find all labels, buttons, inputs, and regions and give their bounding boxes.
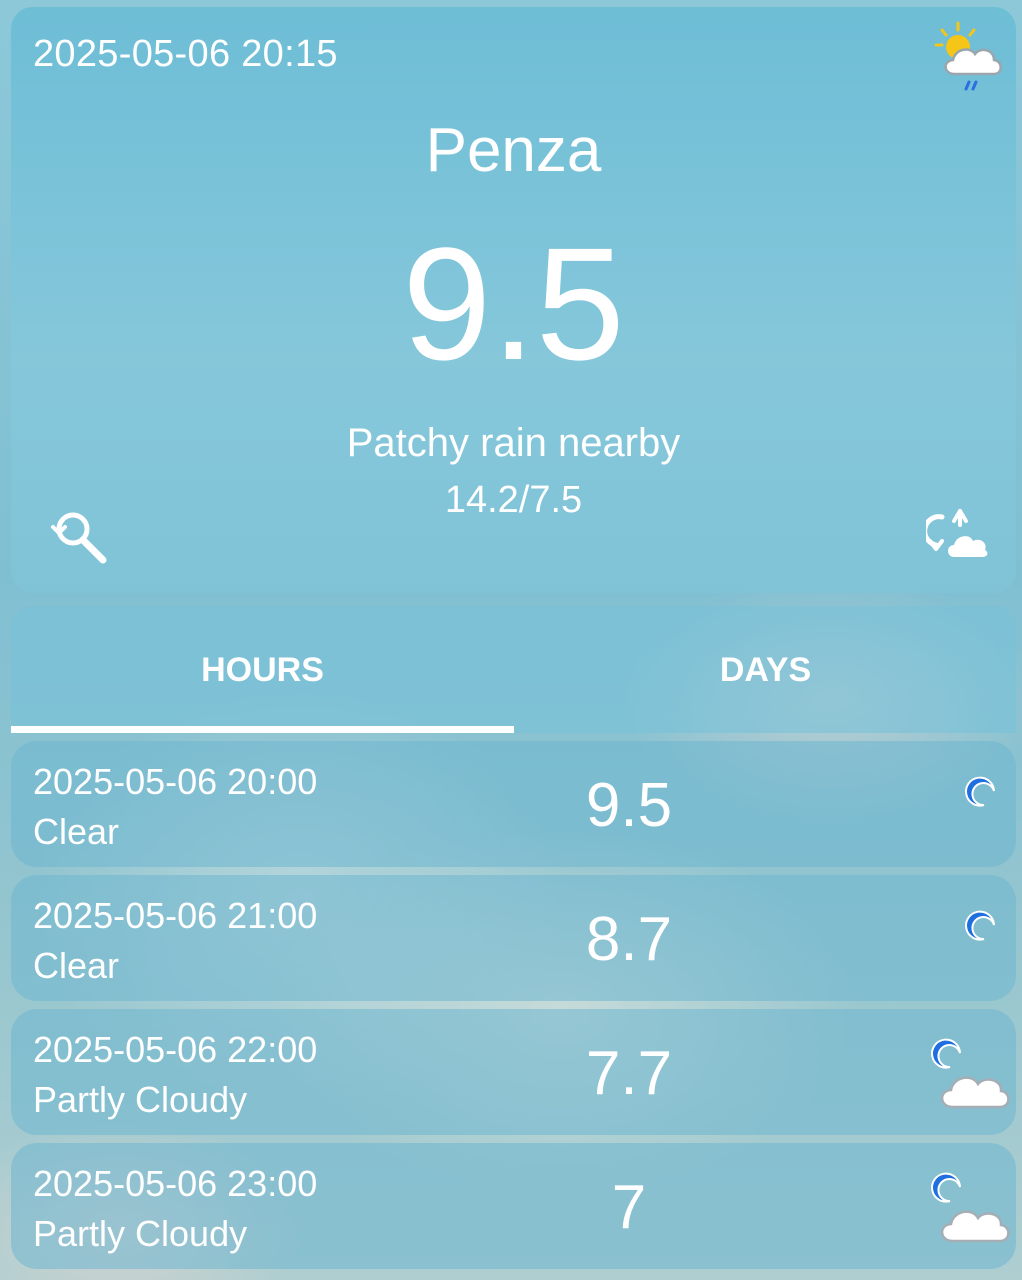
hour-temperature: 7 bbox=[611, 1173, 647, 1242]
hour-temperature: 7.7 bbox=[585, 1039, 673, 1108]
refresh-weather-icon[interactable] bbox=[926, 505, 988, 563]
hour-condition: Partly Cloudy bbox=[33, 1213, 248, 1254]
hour-temperature: 8.7 bbox=[585, 905, 673, 974]
moon-icon bbox=[965, 776, 995, 807]
hour-condition: Partly Cloudy bbox=[33, 1079, 248, 1120]
moon-cloud-icon bbox=[931, 1038, 1010, 1109]
search-location-icon[interactable] bbox=[45, 503, 109, 567]
hour-time: 2025-05-06 23:00 bbox=[33, 1163, 318, 1204]
hour-time: 2025-05-06 20:00 bbox=[33, 761, 318, 802]
tab-hours[interactable]: HOURS bbox=[11, 606, 514, 733]
hourly-row[interactable]: 2025-05-06 21:00 Clear 8.7 bbox=[11, 875, 1016, 1001]
current-temperature: 9.5 bbox=[402, 214, 625, 393]
current-datetime: 2025-05-06 20:15 bbox=[33, 33, 338, 75]
city-name: Penza bbox=[425, 116, 602, 185]
selected-tab-indicator bbox=[11, 726, 514, 733]
moon-cloud-icon bbox=[931, 1172, 1010, 1243]
hourly-row[interactable]: 2025-05-06 22:00 Partly Cloudy 7.7 bbox=[11, 1009, 1016, 1135]
temperature-range: 14.2/7.5 bbox=[444, 479, 583, 521]
sun-cloud-rain-icon bbox=[934, 21, 1002, 91]
moon-icon bbox=[965, 910, 995, 941]
hour-condition: Clear bbox=[33, 945, 120, 986]
forecast-tabs: HOURS DAYS bbox=[11, 606, 1016, 733]
hour-time: 2025-05-06 22:00 bbox=[33, 1029, 318, 1070]
hourly-row[interactable]: 2025-05-06 23:00 Partly Cloudy 7 bbox=[11, 1143, 1016, 1269]
hourly-row[interactable]: 2025-05-06 20:00 Clear 9.5 bbox=[11, 741, 1016, 867]
current-condition: Patchy rain nearby bbox=[346, 421, 681, 465]
tab-days[interactable]: DAYS bbox=[514, 606, 1017, 733]
hour-time: 2025-05-06 21:00 bbox=[33, 895, 318, 936]
hour-condition: Clear bbox=[33, 811, 120, 852]
hour-temperature: 9.5 bbox=[585, 771, 673, 840]
current-weather-card: 2025-05-06 20:15 Penza 9.5 Patchy rain n… bbox=[11, 7, 1016, 593]
